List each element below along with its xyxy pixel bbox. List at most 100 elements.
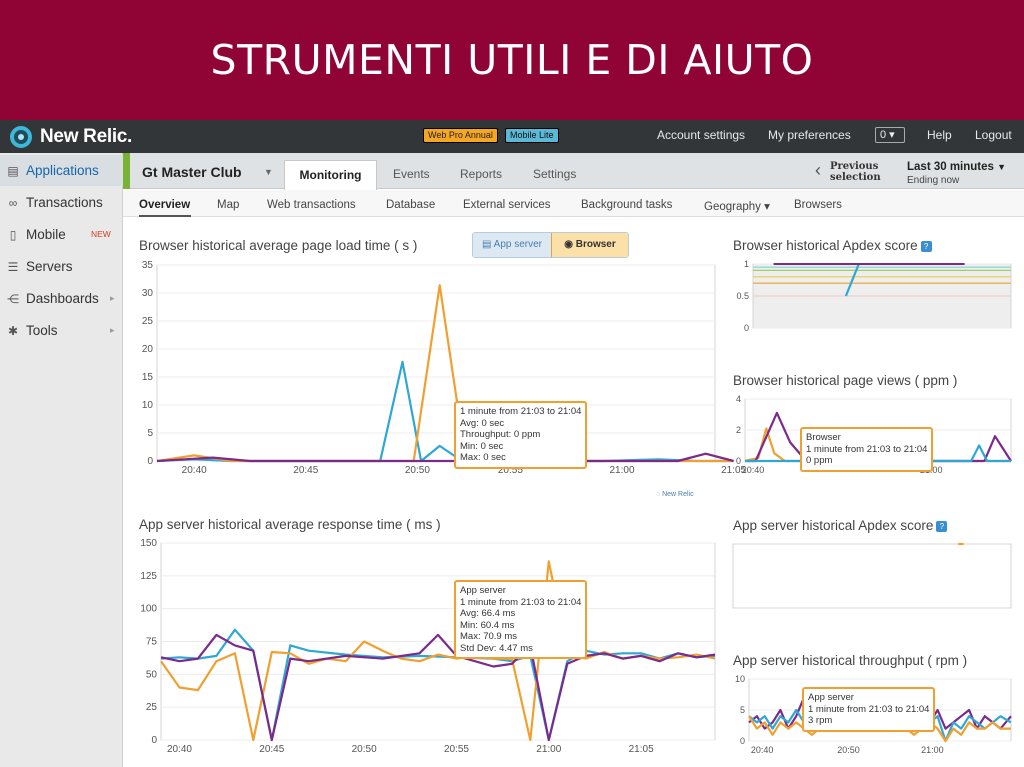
browser-toggle-button[interactable]: ◉ Browser — [551, 233, 628, 257]
previous-selection-line1: Previous — [830, 161, 879, 172]
y-tick-label: 0 — [744, 323, 749, 333]
y-tick-label: 75 — [146, 637, 158, 648]
chevron-right-icon: ▸ — [110, 293, 115, 303]
tooltip-line: 1 minute from 21:03 to 21:04 — [808, 703, 930, 715]
x-tick-label: 20:50 — [837, 745, 860, 755]
y-tick-label: 150 — [140, 538, 157, 549]
sidebar-item-label: Applications — [26, 163, 99, 178]
y-tick-label: 0 — [147, 456, 153, 467]
notifications-counter[interactable]: 0 ▾ — [875, 127, 905, 143]
help-link[interactable]: Help — [927, 128, 952, 142]
chevron-down-icon[interactable]: ▼ — [264, 167, 273, 177]
y-tick-label: 1 — [744, 259, 749, 269]
sidebar-item-dashboards[interactable]: ⋲ Dashboards ▸ — [0, 283, 123, 314]
help-icon[interactable]: ? — [936, 521, 948, 532]
y-tick-label: 0 — [151, 735, 157, 746]
sidebar-item-transactions[interactable]: ∞ Transactions — [0, 187, 123, 218]
tab-settings[interactable]: Settings — [533, 167, 576, 181]
browser-apdex-chart[interactable]: 00.51 — [733, 258, 1013, 338]
sidebar-item-tools[interactable]: ✱ Tools ▸ — [0, 315, 123, 346]
tools-icon: ✱ — [7, 323, 19, 338]
time-range-picker[interactable]: Last 30 minutes ▼ — [907, 161, 1006, 173]
panel-title-text: App server historical Apdex score — [733, 518, 934, 533]
tooltip-line: App server — [460, 585, 506, 596]
tooltip-line: Min: 60.4 ms — [460, 619, 515, 631]
sidebar-item-label: Dashboards — [26, 291, 99, 306]
tab-reports[interactable]: Reports — [460, 167, 502, 181]
my-preferences-link[interactable]: My preferences — [768, 128, 851, 142]
sidebar-item-servers[interactable]: ☰ Servers — [0, 251, 123, 282]
tooltip-line: Browser — [806, 432, 841, 443]
tooltip-line: App server — [808, 692, 854, 703]
y-tick-label: 25 — [142, 316, 154, 327]
logo-text: New Relic. — [40, 125, 133, 147]
previous-selection-button[interactable]: Previous selection — [830, 161, 881, 183]
y-tick-label: 125 — [140, 571, 157, 582]
chevron-down-icon: ▼ — [997, 162, 1007, 172]
app-browser-toggle: ▤ App server ◉ Browser — [472, 232, 629, 258]
tooltip-line: Throughput: 0 ppm — [460, 429, 541, 440]
subtab-geography[interactable]: Geography ▾ — [704, 199, 770, 213]
browser-load-chart[interactable]: 0510152025303520:40 20:45 20:50 20:55 21:00 2… — [137, 260, 747, 480]
account-settings-link[interactable]: Account settings — [657, 128, 745, 142]
new-relic-logo-icon — [10, 125, 32, 148]
tooltip-line: Avg: 66.4 ms — [460, 608, 516, 619]
logout-link[interactable]: Logout — [975, 128, 1012, 142]
y-tick-label: 10 — [735, 674, 745, 684]
x-tick-label: 20:40 — [167, 744, 192, 755]
app-server-toggle-label: App server — [493, 239, 543, 250]
tab-events[interactable]: Events — [393, 167, 430, 181]
app-server-toggle-button[interactable]: ▤ App server — [473, 233, 551, 257]
panel-title-text: Browser historical Apdex score — [733, 238, 918, 253]
app-apdex-chart[interactable] — [732, 540, 1013, 612]
subtab-browsers[interactable]: Browsers — [794, 199, 842, 211]
web-pro-annual-badge[interactable]: Web Pro Annual — [423, 128, 498, 143]
panel-title-browser-apdex: Browser historical Apdex score? — [733, 238, 932, 253]
subtab-map[interactable]: Map — [217, 199, 239, 211]
subtab-external-services[interactable]: External services — [463, 199, 551, 211]
sub-navigation — [123, 190, 1024, 217]
x-tick-label: 20:45 — [259, 744, 284, 755]
y-tick-label: 25 — [146, 702, 158, 713]
active-subtab-indicator — [139, 215, 191, 217]
x-tick-label: 20:40 — [182, 465, 207, 476]
plot-area — [156, 264, 716, 462]
sidebar-item-label: Mobile — [26, 227, 66, 242]
subtab-overview[interactable]: Overview — [139, 199, 190, 211]
chevron-right-icon: ▸ — [110, 325, 115, 335]
sidebar-item-applications[interactable]: ▤ Applications — [0, 155, 123, 186]
tab-monitoring[interactable]: Monitoring — [284, 160, 377, 190]
new-badge: NEW — [91, 229, 111, 239]
help-icon[interactable]: ? — [920, 241, 932, 252]
applications-icon: ▤ — [7, 163, 19, 178]
x-tick-label: 20:45 — [293, 465, 318, 476]
y-tick-label: 2 — [736, 425, 741, 435]
x-tick-label: 21:00 — [536, 744, 561, 755]
subtab-background-tasks[interactable]: Background tasks — [581, 199, 672, 211]
y-tick-label: 0 — [736, 456, 741, 466]
y-tick-label: 5 — [740, 705, 745, 715]
tooltip-line: 3 rpm — [808, 715, 833, 726]
tooltip-line: Min: 0 sec — [460, 440, 504, 452]
y-tick-label: 100 — [140, 604, 157, 615]
mobile-lite-badge[interactable]: Mobile Lite — [505, 128, 559, 143]
x-tick-label: 21:00 — [921, 745, 944, 755]
y-tick-label: 35 — [142, 260, 154, 271]
x-tick-label: 20:40 — [751, 745, 774, 755]
subtab-web-transactions[interactable]: Web transactions — [267, 199, 356, 211]
chevron-left-icon[interactable]: ‹ — [815, 160, 821, 181]
subtab-database[interactable]: Database — [386, 199, 435, 211]
tooltip-line: Std Dev: 4.47 ms — [460, 642, 533, 654]
tooltip-line: 1 minute from 21:03 to 21:04 — [460, 596, 582, 608]
browser-views-tooltip: Browser 1 minute from 21:03 to 21:04 0 p… — [800, 427, 934, 472]
app-response-chart[interactable]: 0 25 50 75 100 125 150 20:40 20:45 20:50 20:55 21:0… — [137, 538, 717, 763]
y-tick-label: 20 — [142, 344, 154, 355]
sidebar-item-mobile[interactable]: ▯ Mobile NEW — [0, 219, 123, 250]
slide-title: STRUMENTI UTILI E DI AIUTO — [210, 36, 814, 84]
new-relic-logo[interactable]: New Relic. — [10, 125, 132, 148]
x-tick-label: 21:00 — [609, 465, 634, 476]
y-tick-label: 15 — [142, 372, 154, 383]
servers-icon: ☰ — [7, 259, 19, 274]
app-selector[interactable]: Gt Master Club — [142, 164, 242, 180]
plot-area — [732, 543, 1012, 609]
